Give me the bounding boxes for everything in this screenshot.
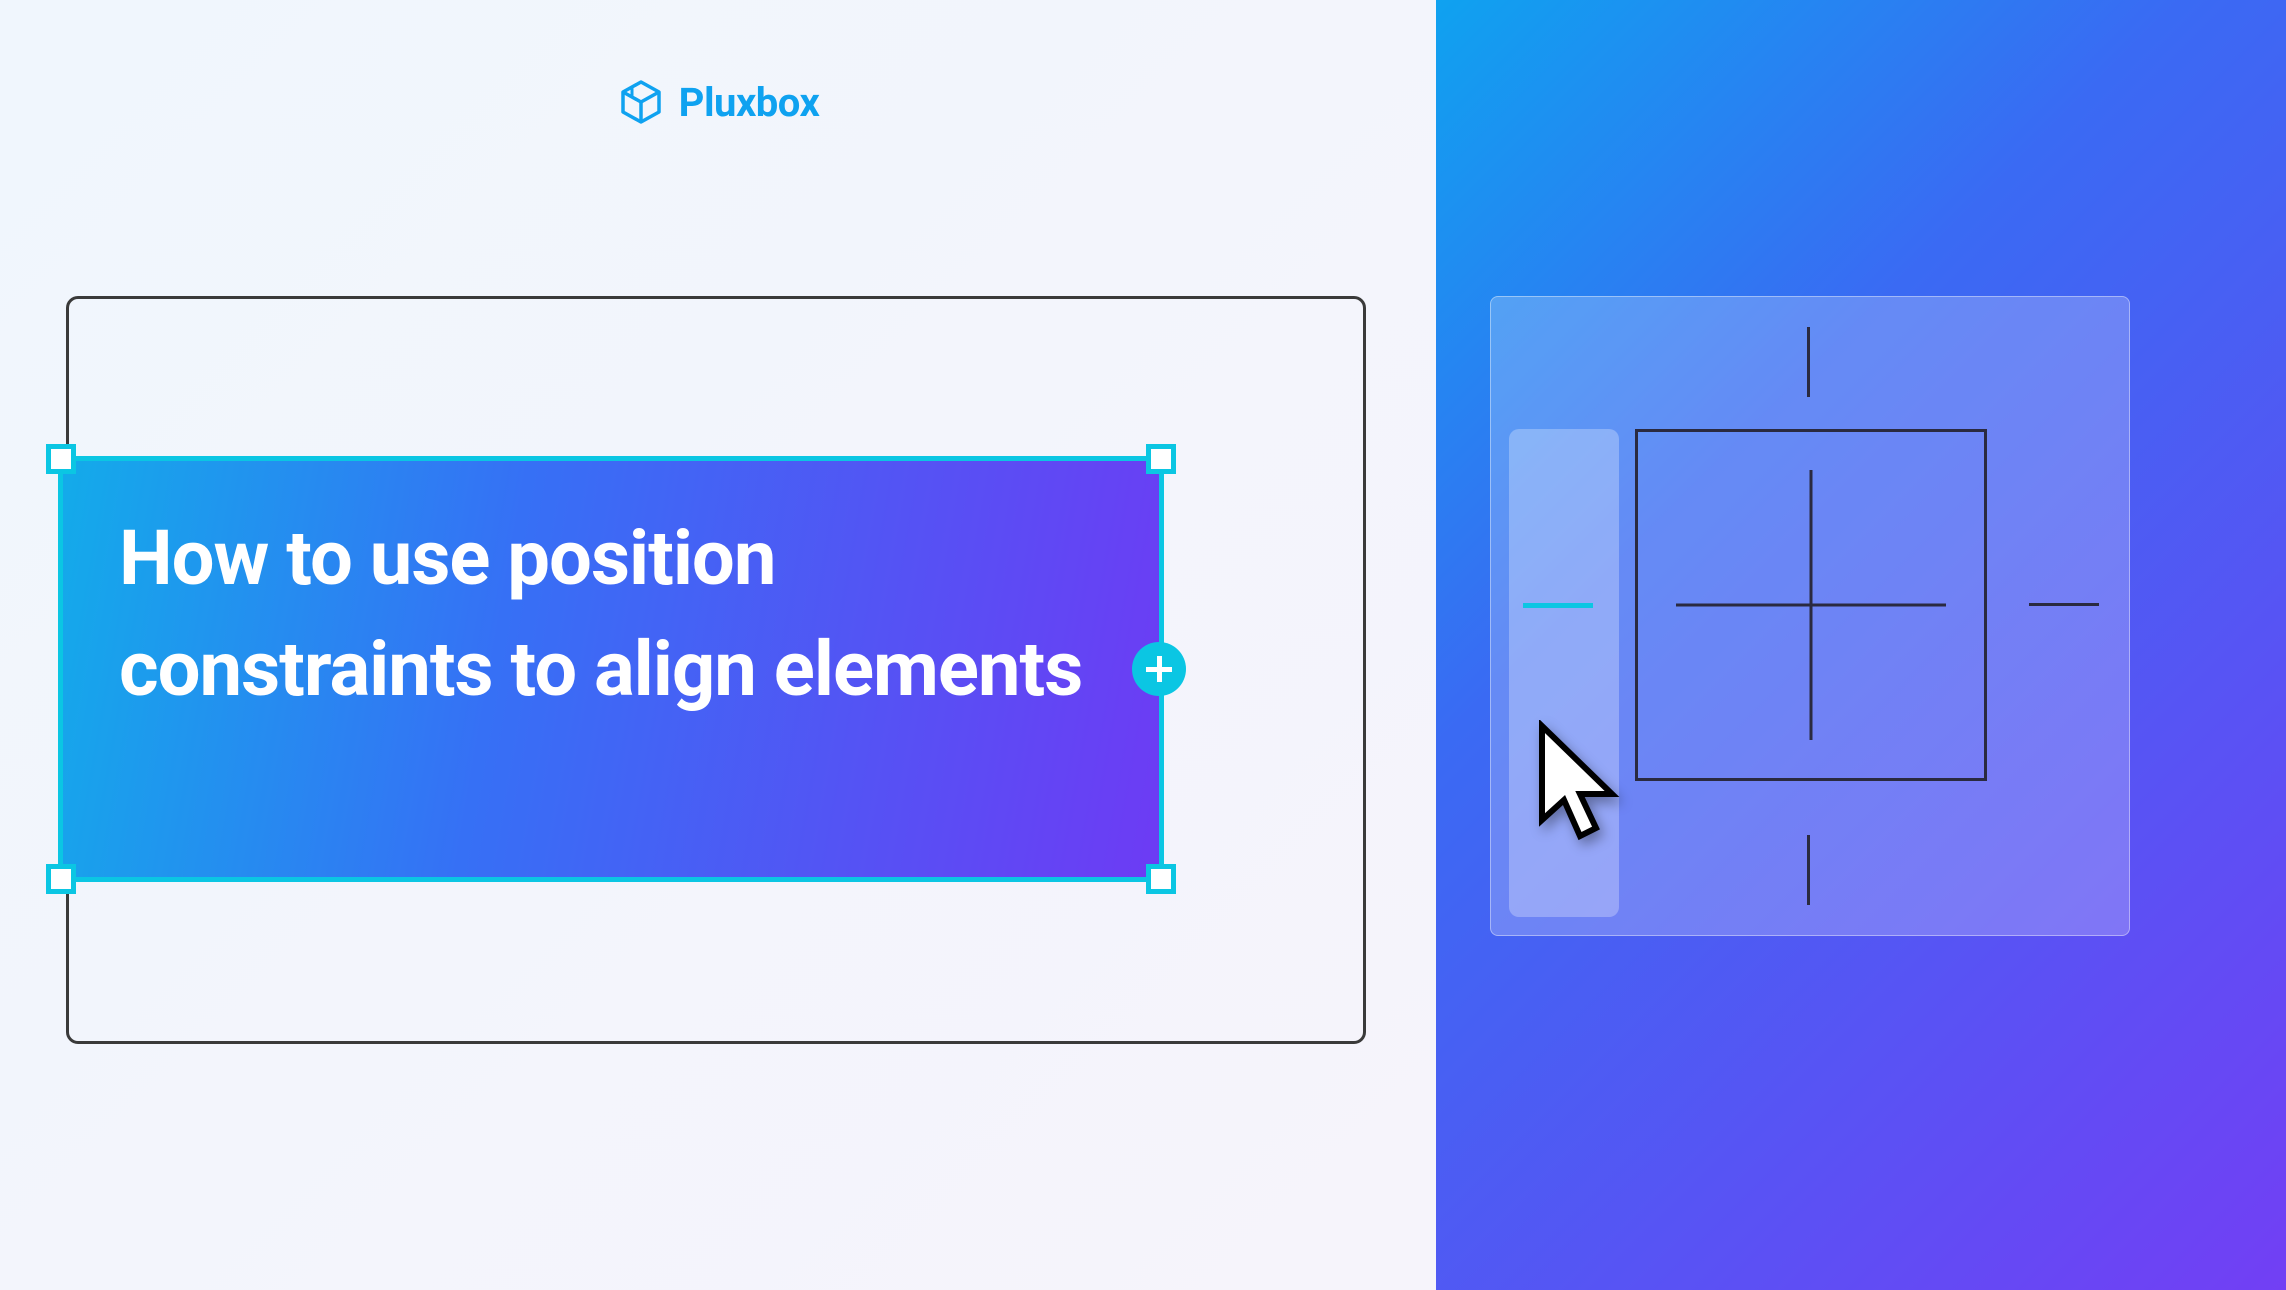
constraint-pin-left[interactable] — [1523, 603, 1593, 608]
page-title: How to use position constraints to align… — [63, 461, 1159, 767]
constraint-pin-right[interactable] — [2029, 603, 2099, 606]
constraint-pin-top[interactable] — [1807, 327, 1810, 397]
add-button[interactable] — [1132, 642, 1186, 696]
selected-element[interactable]: How to use position constraints to align… — [58, 456, 1164, 882]
right-panel — [1436, 0, 2286, 1290]
constraint-pin-bottom[interactable] — [1807, 835, 1810, 905]
left-panel: Pluxbox How to use position constraints … — [0, 0, 1436, 1290]
resize-handle-bottom-left[interactable] — [46, 864, 76, 894]
constraint-center-vertical[interactable] — [1810, 470, 1813, 740]
cube-icon — [617, 78, 665, 126]
resize-handle-bottom-right[interactable] — [1146, 864, 1176, 894]
resize-handle-top-right[interactable] — [1146, 444, 1176, 474]
brand-name: Pluxbox — [679, 79, 820, 126]
brand-logo: Pluxbox — [0, 78, 1436, 126]
constraint-inner-box — [1635, 429, 1987, 781]
canvas-frame: How to use position constraints to align… — [66, 296, 1366, 1044]
resize-handle-top-left[interactable] — [46, 444, 76, 474]
cursor-icon — [1532, 720, 1632, 860]
